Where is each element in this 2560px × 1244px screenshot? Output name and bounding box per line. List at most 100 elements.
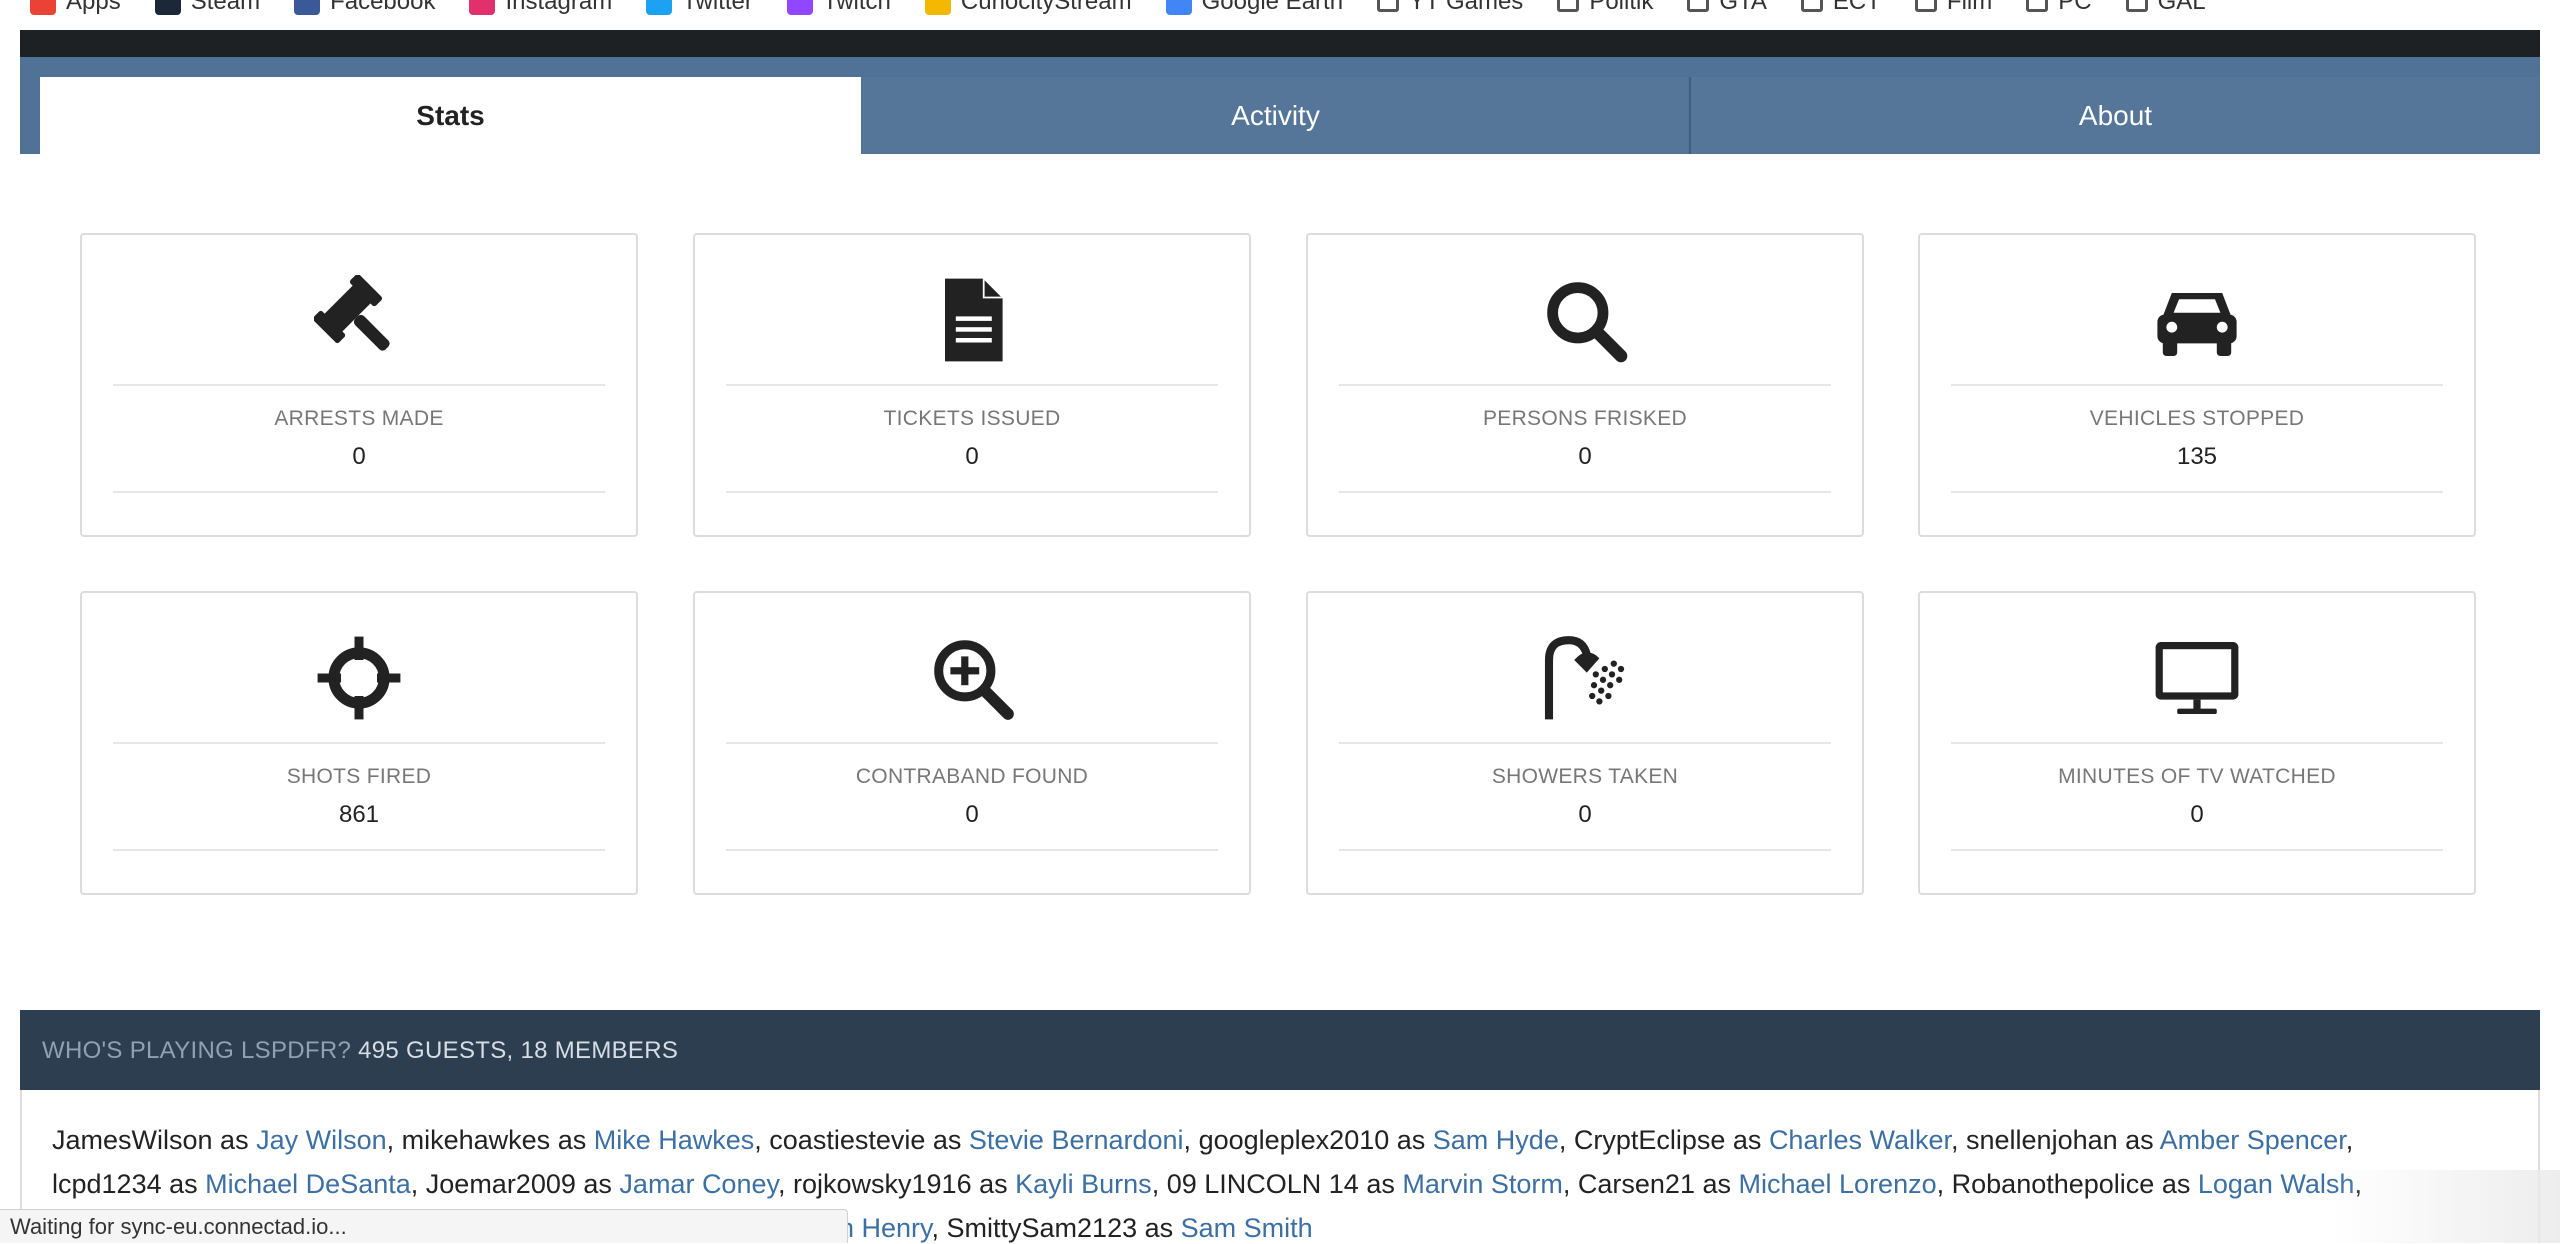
tab-about[interactable]: About — [1691, 77, 2540, 154]
card-divider — [726, 384, 1218, 386]
player-character-link[interactable]: Jay Wilson — [256, 1125, 387, 1155]
stat-value: 861 — [338, 801, 380, 828]
monitor-icon — [1920, 633, 2474, 723]
bookmark-label: Google Earth — [1201, 0, 1344, 15]
gavel-icon — [82, 275, 636, 365]
car-icon — [1920, 275, 2474, 365]
player-character-link[interactable]: Michael DeSanta — [205, 1169, 411, 1199]
bookmark-google-earth[interactable]: Google Earth — [1165, 0, 1344, 16]
stat-label: MINUTES OF TV WATCHED — [2058, 765, 2336, 788]
stat-card-tickets-issued: TICKETS ISSUED 0 — [693, 233, 1251, 537]
shower-icon — [1308, 633, 1862, 723]
bookmark-label: GTA — [1719, 0, 1767, 15]
players-header: WHO'S PLAYING LSPDFR? 495 GUESTS, 18 MEM… — [20, 1010, 2540, 1090]
player-character-link[interactable]: Sam Hyde — [1433, 1125, 1559, 1155]
bookmark-label: ECT — [1832, 0, 1881, 15]
stat-label: SHOTS FIRED — [286, 765, 432, 788]
stat-card-persons-frisked: PERSONS FRISKED 0 — [1306, 233, 1864, 537]
folder-icon — [1800, 0, 1823, 12]
player-character-link[interactable]: Charles Walker — [1769, 1125, 1951, 1155]
bookmark-politik[interactable]: Politik — [1557, 0, 1653, 16]
bookmark-label: Film — [1946, 0, 1993, 15]
bookmark-gal[interactable]: GAL — [2125, 0, 2206, 16]
player-username: mikehawkes — [401, 1125, 551, 1155]
search-icon — [1308, 275, 1862, 365]
bookmark-twitter[interactable]: Twitter — [646, 0, 753, 16]
twitch-icon — [786, 0, 813, 15]
stat-label: CONTRABAND FOUND — [855, 765, 1089, 788]
bookmark-gta[interactable]: GTA — [1687, 0, 1767, 16]
tab-activity[interactable]: Activity — [863, 77, 1688, 154]
bookmark-facebook[interactable]: Facebook — [294, 0, 435, 16]
player-username: coastiestevie — [769, 1125, 926, 1155]
bookmark-label: PC — [2058, 0, 2092, 15]
player-username: Joemar2009 — [425, 1169, 576, 1199]
bookmark-curlocitystream[interactable]: CurlocityStream — [924, 0, 1132, 16]
document-icon — [695, 275, 1249, 365]
stat-card-contraband-found: CONTRABAND FOUND 0 — [693, 591, 1251, 895]
stat-card-minutes-of-tv-watched: MINUTES OF TV WATCHED 0 — [1918, 591, 2476, 895]
players-count: 495 GUESTS, 18 MEMBERS — [358, 1037, 679, 1064]
stat-label: VEHICLES STOPPED — [2089, 407, 2305, 430]
bookmark-label: Twitter — [682, 0, 753, 15]
tab-stats[interactable]: Stats — [40, 77, 861, 154]
profile-tabs: Stats Activity About — [20, 57, 2540, 154]
bookmark-film[interactable]: Film — [1914, 0, 1993, 16]
bookmark-steam[interactable]: Steam — [154, 0, 260, 16]
crosshairs-icon — [82, 633, 636, 723]
stat-card-shots-fired: SHOTS FIRED 861 — [80, 591, 638, 895]
player-character-link[interactable]: Michael Lorenzo — [1739, 1169, 1937, 1199]
players-heading: WHO'S PLAYING LSPDFR? — [42, 1037, 352, 1064]
card-divider — [1951, 384, 2443, 386]
folder-icon — [2026, 0, 2049, 12]
player-username: Carsen21 — [1577, 1169, 1695, 1199]
stat-value: 0 — [2190, 801, 2204, 828]
player-character-link[interactable]: Sam Smith — [1181, 1213, 1313, 1243]
stat-value: 0 — [352, 443, 366, 470]
card-divider — [1339, 491, 1831, 493]
bookmark-pc[interactable]: PC — [2026, 0, 2092, 16]
bookmark-instagram[interactable]: Instagram — [469, 0, 612, 16]
bookmark-yt-games[interactable]: YT Games — [1377, 0, 1523, 16]
stat-value: 0 — [965, 801, 979, 828]
folder-icon — [1557, 0, 1580, 12]
folder-icon — [1377, 0, 1400, 12]
instagram-icon — [469, 0, 496, 15]
bookmark-label: Politik — [1589, 0, 1654, 15]
bookmark-label: GAL — [2157, 0, 2206, 15]
player-character-link[interactable]: Mike Hawkes — [594, 1125, 755, 1155]
stat-label: SHOWERS TAKEN — [1491, 765, 1679, 788]
zoom-in-icon — [695, 633, 1249, 723]
bookmark-label: Apps — [66, 0, 121, 15]
site-header-strip — [20, 30, 2540, 57]
player-character-link[interactable]: Amber Spencer — [2160, 1125, 2346, 1155]
player-username: Robanothepolice — [1951, 1169, 2155, 1199]
card-divider — [1339, 384, 1831, 386]
bookmark-apps[interactable]: Apps — [30, 0, 121, 16]
bookmarks-bar: Apps Steam Facebook Instagram Twitter Twitch C… — [0, 0, 2560, 30]
bookmark-ect[interactable]: ECT — [1800, 0, 1881, 16]
card-divider — [113, 742, 605, 744]
card-divider — [1339, 742, 1831, 744]
player-username: lcpd1234 — [52, 1169, 162, 1199]
stat-value: 0 — [1578, 443, 1592, 470]
apps-grid-icon — [30, 0, 56, 15]
player-character-link[interactable]: Stevie Bernardoni — [969, 1125, 1184, 1155]
folder-icon — [2125, 0, 2148, 12]
card-divider — [113, 491, 605, 493]
google-earth-icon — [1165, 0, 1192, 15]
stat-value: 0 — [1578, 801, 1592, 828]
stat-value: 135 — [2176, 443, 2218, 470]
bookmark-label: Instagram — [505, 0, 613, 15]
page-fade — [2330, 1170, 2560, 1243]
twitter-icon — [646, 0, 673, 15]
player-character-link[interactable]: Kayli Burns — [1015, 1169, 1152, 1199]
card-divider — [726, 491, 1218, 493]
facebook-icon — [294, 0, 321, 15]
bookmark-twitch[interactable]: Twitch — [786, 0, 891, 16]
player-username: rojkowsky1916 — [793, 1169, 972, 1199]
player-character-link[interactable]: Jamar Coney — [619, 1169, 778, 1199]
player-character-link[interactable]: Marvin Storm — [1402, 1169, 1563, 1199]
player-username: CryptEclipse — [1573, 1125, 1726, 1155]
card-divider — [726, 849, 1218, 851]
